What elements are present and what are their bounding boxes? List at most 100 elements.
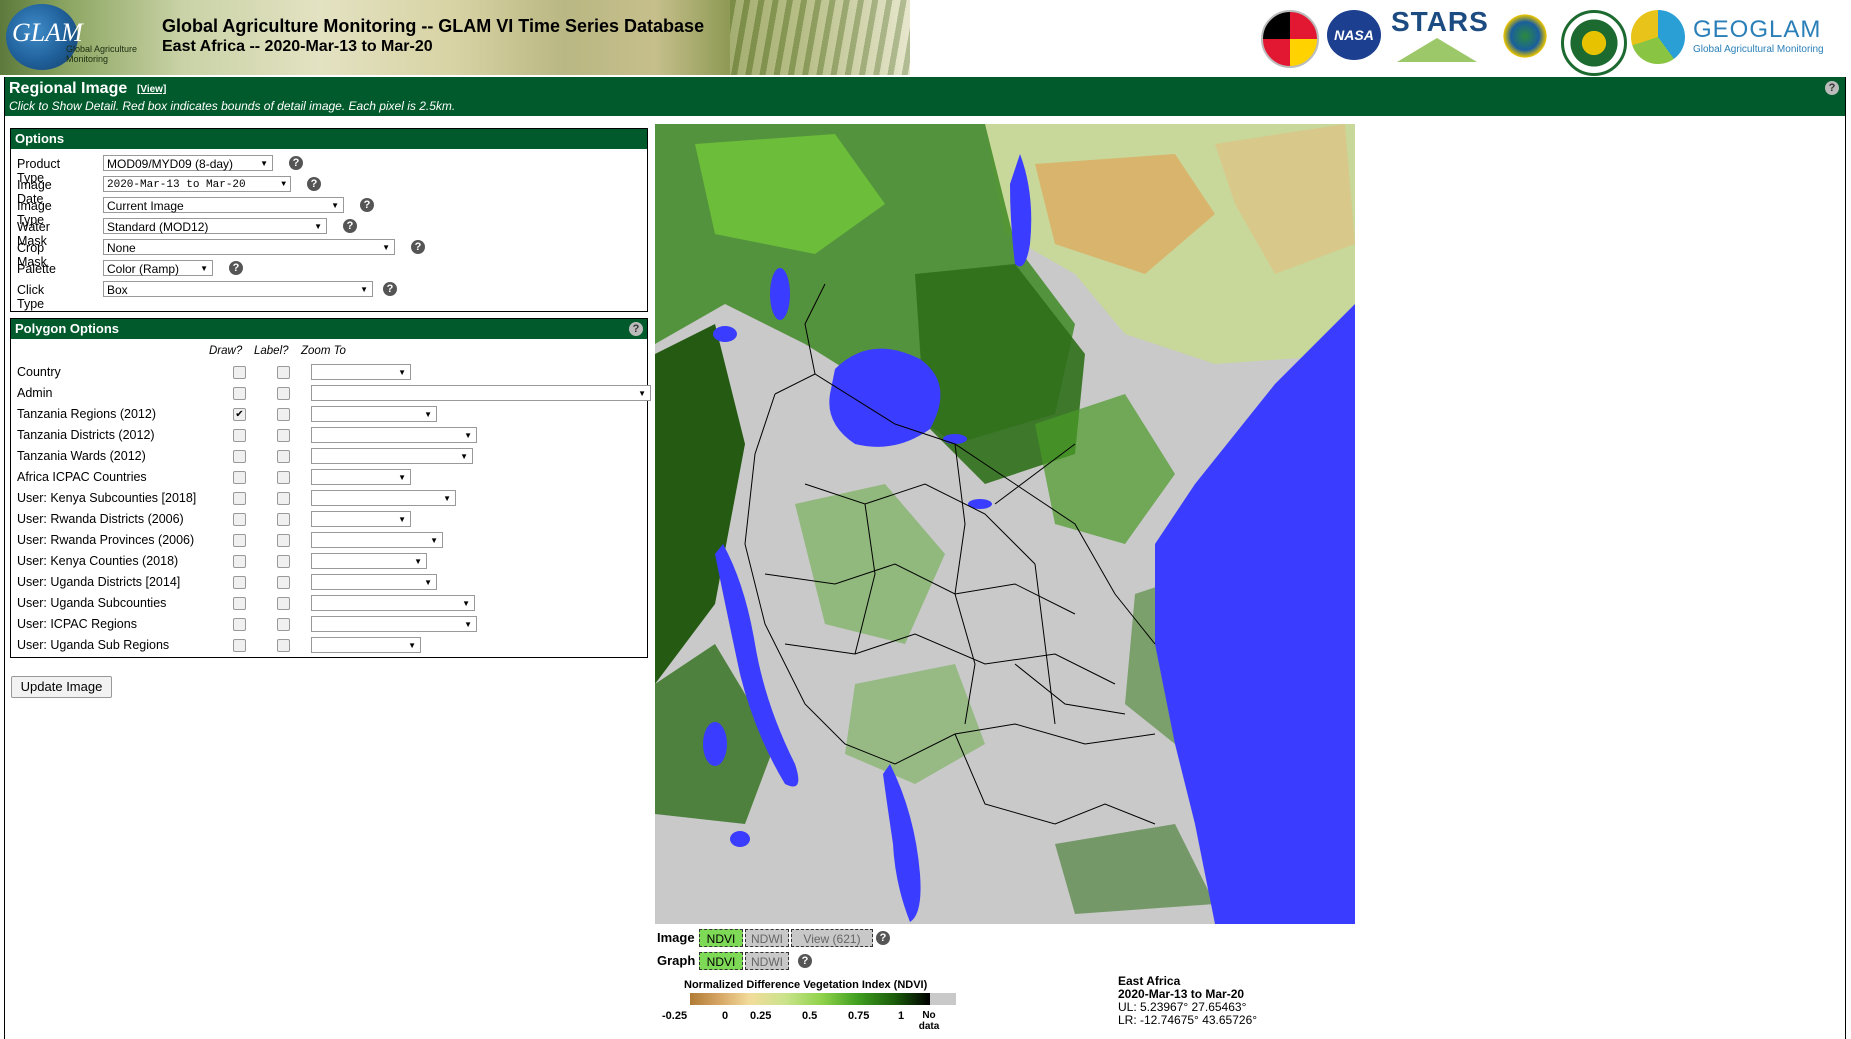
zoom-to-select[interactable] — [311, 511, 411, 528]
label-checkbox[interactable] — [277, 618, 290, 631]
label-checkbox[interactable] — [277, 639, 290, 652]
draw-checkbox[interactable]: ✔ — [233, 408, 246, 421]
legend-tick: 0.5 — [802, 1010, 818, 1022]
help-icon[interactable]: ? — [876, 931, 890, 945]
zoom-to-select[interactable] — [311, 574, 437, 591]
draw-checkbox[interactable] — [233, 639, 246, 652]
zoom-to-select[interactable] — [311, 595, 475, 612]
draw-checkbox[interactable] — [233, 450, 246, 463]
draw-checkbox[interactable] — [233, 534, 246, 547]
image-type-select[interactable]: Current Image — [103, 197, 344, 214]
polygon-row: User: Kenya Subcounties [2018] — [17, 489, 637, 507]
ndvi-map-image[interactable] — [655, 124, 1355, 924]
polygon-row-label: Admin — [17, 386, 53, 400]
draw-checkbox[interactable] — [233, 513, 246, 526]
polygon-row-label: Tanzania Regions (2012) — [17, 407, 156, 421]
draw-checkbox[interactable] — [233, 429, 246, 442]
polygon-row-label: User: ICPAC Regions — [17, 617, 137, 631]
option-label: Palette — [17, 262, 56, 276]
click-type-select[interactable]: Box — [103, 281, 373, 298]
label-checkbox[interactable] — [277, 513, 290, 526]
regional-image-bar: Regional Image [View] Click to Show Deta… — [5, 77, 1845, 116]
label-checkbox[interactable] — [277, 429, 290, 442]
palette-select[interactable]: Color (Ramp) — [103, 260, 213, 277]
draw-checkbox[interactable] — [233, 618, 246, 631]
help-icon[interactable]: ? — [229, 261, 243, 275]
umd-seal-icon — [1261, 10, 1319, 68]
draw-checkbox[interactable] — [233, 471, 246, 484]
draw-checkbox[interactable] — [233, 597, 246, 610]
help-icon[interactable]: ? — [798, 954, 812, 968]
glam-logo-subtext: Global Agriculture Monitoring — [66, 44, 138, 64]
help-icon[interactable]: ? — [411, 240, 425, 254]
zoom-to-select[interactable] — [311, 406, 437, 423]
legend-tick: -0.25 — [662, 1010, 688, 1022]
label-checkbox[interactable] — [277, 366, 290, 379]
stars-logo-text: STARS — [1391, 6, 1489, 37]
crop-mask-select[interactable]: None — [103, 239, 395, 256]
polygon-row: Africa ICPAC Countries — [17, 468, 637, 486]
help-icon[interactable]: ? — [343, 219, 357, 233]
label-checkbox[interactable] — [277, 555, 290, 568]
label-checkbox[interactable] — [277, 534, 290, 547]
help-icon[interactable]: ? — [383, 282, 397, 296]
stars-logo: STARS — [1391, 6, 1489, 70]
help-icon[interactable]: ? — [1825, 81, 1839, 95]
legend-title: Normalized Difference Vegetation Index (… — [684, 979, 928, 991]
page-header: GLAM Global Agriculture Monitoring Globa… — [0, 0, 1851, 77]
polygon-row-label: User: Rwanda Provinces (2006) — [17, 533, 195, 547]
regional-ndvi-map[interactable] — [655, 124, 1355, 924]
page-subtitle: East Africa -- 2020-Mar-13 to Mar-20 — [162, 38, 433, 55]
polygon-row-label: User: Uganda Subcounties — [17, 596, 167, 610]
label-checkbox[interactable] — [277, 576, 290, 589]
graph-tab-ndvi[interactable]: NDVI — [699, 952, 743, 970]
update-image-button[interactable]: Update Image — [11, 676, 112, 698]
zoom-to-select[interactable] — [311, 364, 411, 381]
label-checkbox[interactable] — [277, 387, 290, 400]
draw-checkbox[interactable] — [233, 576, 246, 589]
zoom-to-select[interactable] — [311, 532, 443, 549]
zoom-to-select[interactable] — [311, 427, 477, 444]
image-date-select[interactable]: 2020-Mar-13 to Mar-20 — [103, 176, 291, 193]
regional-view-link[interactable]: [View] — [137, 84, 166, 95]
help-icon[interactable]: ? — [307, 177, 321, 191]
header-banner: GLAM Global Agriculture Monitoring Globa… — [0, 0, 910, 75]
draw-checkbox[interactable] — [233, 366, 246, 379]
help-icon[interactable]: ? — [289, 156, 303, 170]
help-icon[interactable]: ? — [360, 198, 374, 212]
image-tab-ndvi[interactable]: NDVI — [699, 929, 743, 947]
product-type-select[interactable]: MOD09/MYD09 (8-day) — [103, 155, 273, 172]
polygon-options-panel: Polygon Options ? Draw? Label? Zoom To C… — [10, 318, 651, 658]
zoom-to-select[interactable] — [311, 385, 651, 402]
geoglam-logo-subtext: Global Agricultural Monitoring — [1693, 44, 1824, 55]
stars-triangle-icon — [1397, 38, 1477, 62]
polygon-row: User: Kenya Counties (2018) — [17, 552, 637, 570]
label-checkbox[interactable] — [277, 408, 290, 421]
image-tab-ndwi[interactable]: NDWI — [745, 929, 789, 947]
polygon-row-label: Tanzania Wards (2012) — [17, 449, 146, 463]
column-header-label: Label? — [254, 345, 289, 357]
legend-color-ramp — [690, 993, 930, 1005]
label-checkbox[interactable] — [277, 597, 290, 610]
zoom-to-select[interactable] — [311, 448, 473, 465]
zoom-to-select[interactable] — [311, 469, 411, 486]
image-tab-view[interactable]: View (621) — [791, 929, 873, 947]
label-checkbox[interactable] — [277, 450, 290, 463]
label-checkbox[interactable] — [277, 471, 290, 484]
polygon-row-label: Country — [17, 365, 61, 379]
label-checkbox[interactable] — [277, 492, 290, 505]
draw-checkbox[interactable] — [233, 492, 246, 505]
zoom-to-select[interactable] — [311, 490, 456, 507]
draw-checkbox[interactable] — [233, 387, 246, 400]
zoom-to-select[interactable] — [311, 553, 427, 570]
zoom-to-select[interactable] — [311, 616, 477, 633]
help-icon[interactable]: ? — [629, 322, 643, 336]
partner-logos: NASA STARS GEOGLAM Global Agricultural M… — [1251, 0, 1851, 76]
water-mask-select[interactable]: Standard (MOD12) — [103, 218, 327, 235]
graph-tab-ndwi[interactable]: NDWI — [745, 952, 789, 970]
options-panel-title: Options — [11, 129, 647, 149]
polygon-row: User: ICPAC Regions — [17, 615, 637, 633]
polygon-row-label: Tanzania Districts (2012) — [17, 428, 155, 442]
zoom-to-select[interactable] — [311, 637, 421, 654]
draw-checkbox[interactable] — [233, 555, 246, 568]
